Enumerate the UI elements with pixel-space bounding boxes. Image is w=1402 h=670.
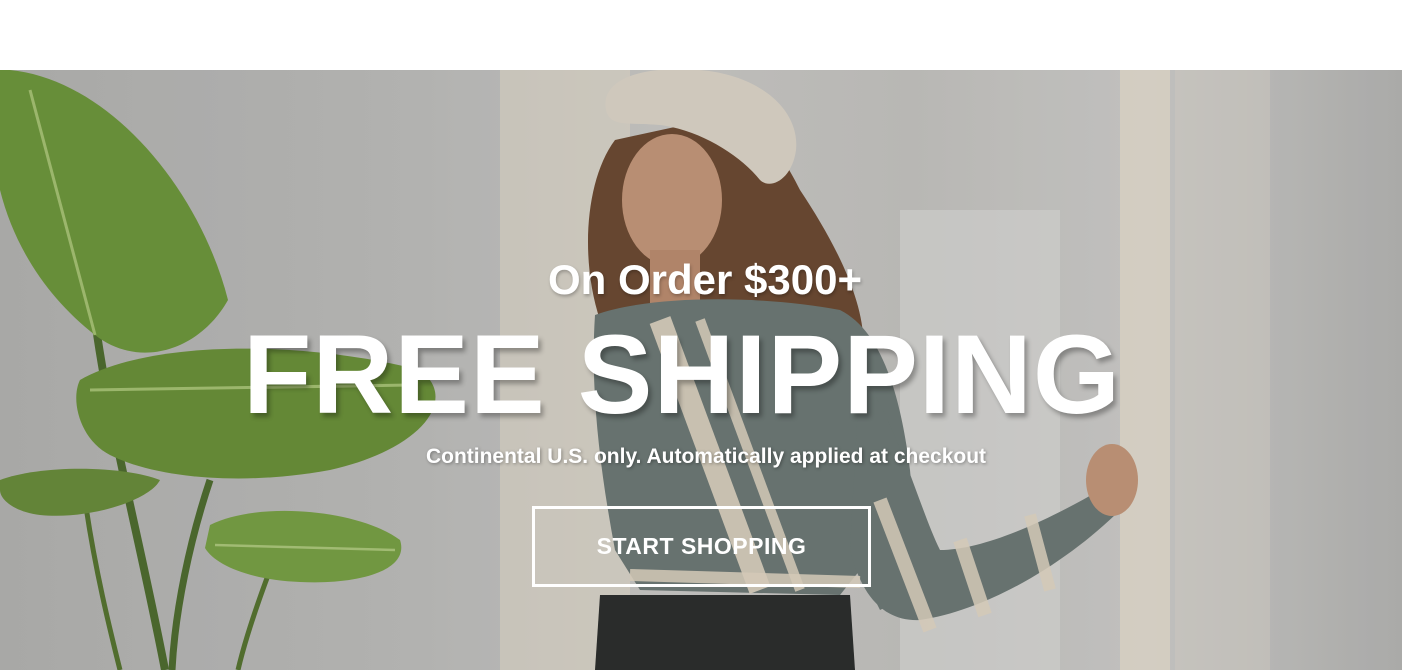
start-shopping-button[interactable]: START SHOPPING — [532, 506, 871, 587]
promo-headline: FREE SHIPPING — [242, 312, 1122, 437]
promo-fine-print: Continental U.S. only. Automatically app… — [425, 445, 987, 468]
hero-banner[interactable]: On Order $300+ FREE SHIPPING Continental… — [0, 70, 1402, 670]
promo-subhead: On Order $300+ — [548, 256, 862, 303]
top-bar — [0, 0, 1402, 70]
